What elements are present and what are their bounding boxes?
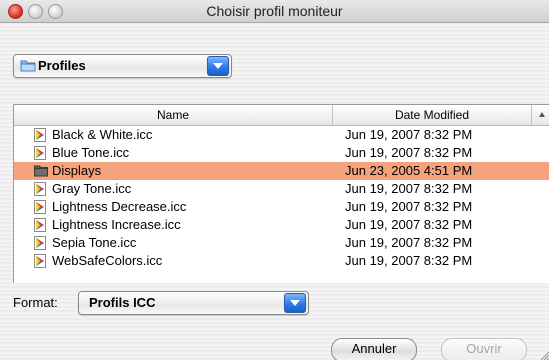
location-popup[interactable]: Profiles: [13, 54, 232, 78]
file-list-header: Name Date Modified: [14, 105, 549, 126]
file-date-modified: Jun 19, 2007 8:32 PM: [345, 127, 473, 142]
file-name: WebSafeColors.icc: [52, 253, 163, 268]
file-list-row[interactable]: Lightness Decrease.icc Jun 19, 2007 8:32 …: [14, 198, 549, 216]
file-name: Lightness Decrease.icc: [52, 199, 187, 214]
chevron-down-icon[interactable]: [207, 56, 229, 76]
file-name: Displays: [52, 163, 102, 178]
file-date-modified: Jun 19, 2007 8:32 PM: [345, 217, 473, 232]
file-list-row[interactable]: Blue Tone.icc Jun 19, 2007 8:32 PM: [14, 144, 549, 162]
file-date-modified: Jun 19, 2007 8:32 PM: [345, 145, 473, 160]
chevron-down-icon[interactable]: [284, 293, 306, 313]
file-name: Sepia Tone.icc: [52, 235, 137, 250]
file-chooser-window: Choisir profil moniteur Profiles Name Da…: [0, 0, 549, 360]
file-list-row[interactable]: Black & White.icc Jun 19, 2007 8:32 PM: [14, 126, 549, 144]
column-header-date-modified[interactable]: Date Modified: [333, 105, 532, 125]
format-popup-value: Profils ICC: [89, 295, 156, 310]
file-date-modified: Jun 19, 2007 8:32 PM: [345, 235, 473, 250]
file-list-row[interactable]: Gray Tone.icc Jun 19, 2007 8:32 PM: [14, 180, 549, 198]
window-title: Choisir profil moniteur: [206, 3, 343, 19]
file-date-modified: Jun 19, 2007 8:32 PM: [345, 199, 473, 214]
file-date-modified: Jun 19, 2007 8:32 PM: [345, 181, 473, 196]
sort-ascending-icon[interactable]: [532, 105, 549, 125]
file-name: Lightness Increase.icc: [52, 217, 181, 232]
cancel-button[interactable]: Annuler: [331, 338, 417, 360]
file-list-row[interactable]: Lightness Increase.icc Jun 19, 2007 8:32 …: [14, 216, 549, 234]
file-list-row[interactable]: Sepia Tone.icc Jun 19, 2007 8:32 PM: [14, 234, 549, 252]
title-bar[interactable]: Choisir profil moniteur: [0, 0, 549, 23]
open-button[interactable]: Ouvrir: [441, 338, 527, 360]
file-name: Blue Tone.icc: [52, 145, 130, 160]
file-list-row[interactable]: Displays Jun 23, 2005 4:51 PM: [14, 162, 549, 180]
column-header-name[interactable]: Name: [14, 105, 333, 125]
file-date-modified: Jun 23, 2005 4:51 PM: [345, 163, 473, 178]
location-popup-label: Profiles: [38, 58, 86, 73]
format-label: Format:: [13, 295, 58, 310]
file-list[interactable]: Name Date Modified Black & White.icc Jun …: [13, 104, 549, 283]
folder-icon: [20, 59, 36, 75]
file-list-row[interactable]: WebSafeColors.icc Jun 19, 2007 8:32 PM: [14, 252, 549, 270]
file-name: Gray Tone.icc: [52, 181, 132, 196]
file-date-modified: Jun 19, 2007 8:32 PM: [345, 253, 473, 268]
icc-profile-icon: [34, 254, 47, 273]
resize-grip-icon[interactable]: [539, 352, 549, 360]
format-popup[interactable]: Profils ICC: [78, 291, 309, 315]
file-name: Black & White.icc: [52, 127, 153, 142]
